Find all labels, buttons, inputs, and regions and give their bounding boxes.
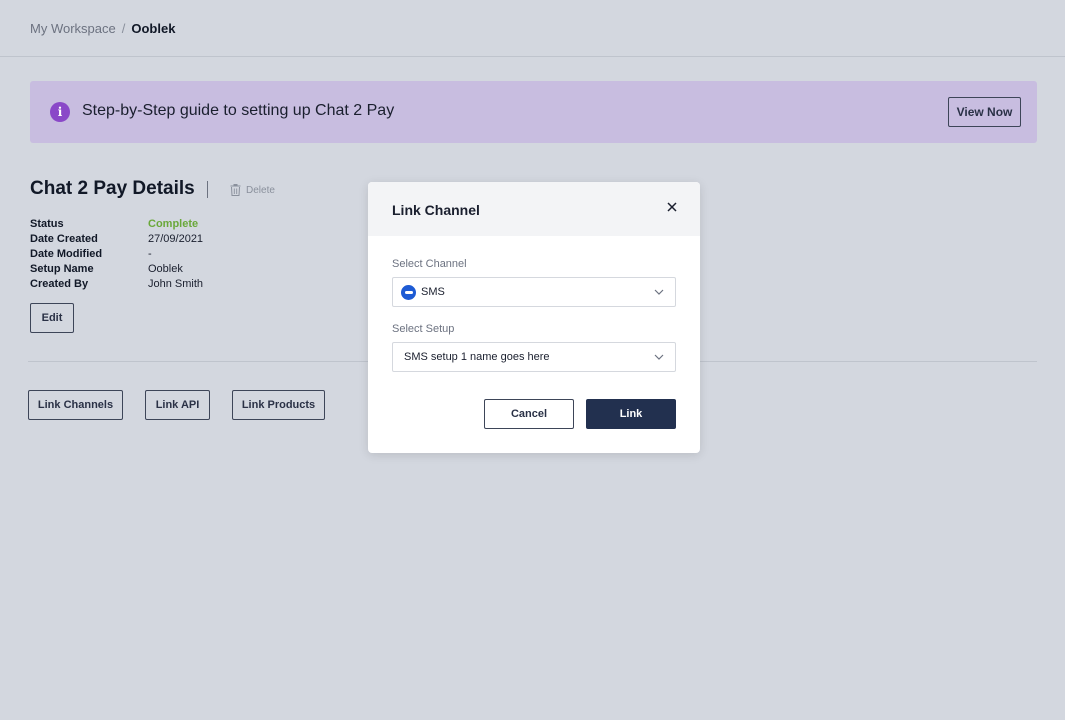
chevron-down-icon bbox=[654, 354, 664, 360]
banner-text: Step-by-Step guide to setting up Chat 2 … bbox=[82, 102, 395, 119]
link-products-button[interactable]: Link Products bbox=[232, 390, 325, 420]
link-channels-button[interactable]: Link Channels bbox=[28, 390, 123, 420]
channel-select[interactable]: SMS bbox=[392, 277, 676, 307]
detail-row: Created By John Smith bbox=[30, 277, 203, 292]
sms-icon bbox=[401, 284, 416, 300]
detail-row: Date Modified - bbox=[30, 247, 203, 262]
status-value: Complete bbox=[148, 218, 199, 230]
detail-label: Created By bbox=[30, 278, 89, 290]
setup-select[interactable]: SMS setup 1 name goes here bbox=[392, 342, 676, 372]
trash-icon bbox=[230, 184, 241, 196]
modal-header: Link Channel bbox=[368, 182, 700, 236]
title-divider bbox=[207, 181, 208, 198]
detail-value: John Smith bbox=[148, 278, 204, 290]
detail-row: Setup Name Ooblek bbox=[30, 262, 203, 277]
modal-title: Link Channel bbox=[392, 202, 480, 218]
breadcrumb-workspace[interactable]: My Workspace bbox=[30, 21, 116, 36]
select-channel-label: Select Channel bbox=[392, 258, 467, 270]
delete-label: Delete bbox=[246, 184, 275, 196]
select-setup-label: Select Setup bbox=[392, 323, 455, 335]
breadcrumb: My Workspace / Ooblek bbox=[30, 21, 175, 36]
detail-value: Ooblek bbox=[148, 263, 183, 275]
breadcrumb-separator: / bbox=[121, 21, 126, 36]
detail-label: Date Modified bbox=[30, 248, 103, 260]
close-icon[interactable] bbox=[664, 199, 680, 215]
delete-button[interactable]: Delete bbox=[230, 184, 275, 196]
info-icon: i bbox=[50, 102, 70, 122]
top-bar: My Workspace / Ooblek bbox=[0, 0, 1065, 57]
setup-select-value: SMS setup 1 name goes here bbox=[404, 351, 550, 363]
link-button[interactable]: Link bbox=[586, 399, 676, 429]
detail-row: Date Created 27/09/2021 bbox=[30, 232, 203, 247]
chevron-down-icon bbox=[654, 289, 664, 295]
link-api-button[interactable]: Link API bbox=[145, 390, 210, 420]
detail-value: - bbox=[148, 248, 152, 260]
detail-value: 27/09/2021 bbox=[148, 233, 204, 245]
link-channel-modal: Link Channel Select Channel SMS Select S… bbox=[368, 182, 700, 453]
guide-banner: i Step-by-Step guide to setting up Chat … bbox=[30, 81, 1037, 143]
detail-label: Status bbox=[30, 218, 64, 230]
detail-row: Status Complete bbox=[30, 217, 203, 232]
details-table: Status Complete Date Created 27/09/2021 … bbox=[30, 217, 203, 292]
channel-select-value: SMS bbox=[421, 286, 445, 298]
view-now-button[interactable]: View Now bbox=[948, 97, 1021, 127]
breadcrumb-current: Ooblek bbox=[131, 21, 176, 36]
page-title: Chat 2 Pay Details bbox=[30, 178, 195, 199]
edit-button[interactable]: Edit bbox=[30, 303, 74, 333]
cancel-button[interactable]: Cancel bbox=[484, 399, 574, 429]
detail-label: Setup Name bbox=[30, 263, 94, 275]
detail-label: Date Created bbox=[30, 233, 98, 245]
